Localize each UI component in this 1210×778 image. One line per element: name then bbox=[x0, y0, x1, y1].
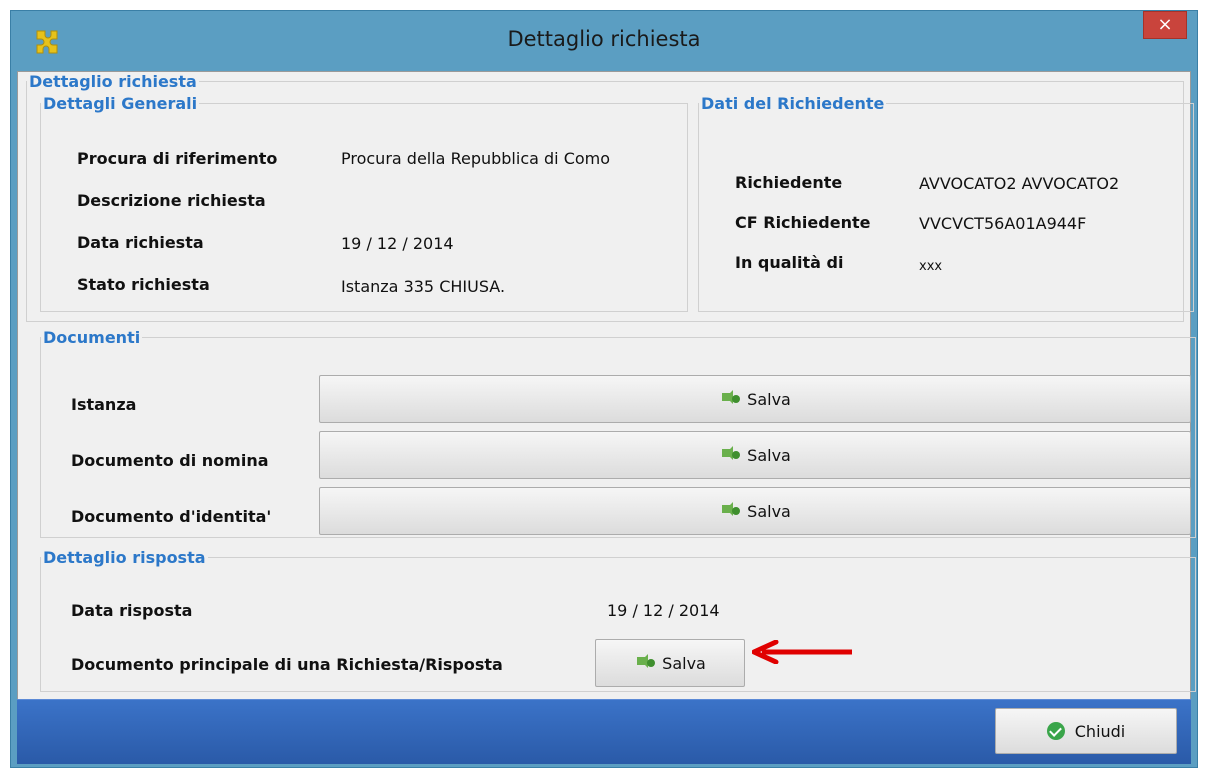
save-istanza-label: Salva bbox=[747, 389, 791, 409]
close-window-button[interactable]: × bbox=[1143, 11, 1187, 39]
applicant-role-label: In qualità di bbox=[735, 253, 844, 272]
document-identita-label: Documento d'identita' bbox=[71, 507, 272, 526]
request-date-value: 19 / 12 / 2014 bbox=[341, 234, 454, 253]
red-arrow-annotation-icon bbox=[752, 640, 852, 664]
chiudi-label: Chiudi bbox=[1074, 721, 1126, 741]
procura-value: Procura della Repubblica di Como bbox=[341, 149, 611, 168]
document-istanza-label: Istanza bbox=[71, 395, 137, 414]
general-details-group: Dettagli Generali Procura di riferimento… bbox=[40, 94, 688, 312]
procura-label: Procura di riferimento bbox=[77, 149, 278, 168]
request-status-value: Istanza 335 CHIUSA. bbox=[341, 277, 506, 296]
footer-bar: Chiudi bbox=[17, 699, 1191, 764]
response-date-label: Data risposta bbox=[71, 601, 193, 620]
save-arrow-icon bbox=[637, 654, 656, 668]
chiudi-button[interactable]: Chiudi bbox=[995, 708, 1177, 754]
main-document-label: Documento principale di una Richiesta/Ri… bbox=[71, 655, 503, 674]
response-legend: Dettaglio risposta bbox=[43, 548, 206, 567]
check-icon bbox=[1046, 722, 1065, 740]
window-title: Dettaglio richiesta bbox=[507, 27, 701, 51]
save-main-document-button[interactable]: Salva bbox=[595, 639, 745, 687]
documents-legend: Documenti bbox=[43, 328, 141, 347]
applicant-cf-label: CF Richiedente bbox=[735, 213, 871, 232]
save-istanza-button[interactable]: Salva bbox=[319, 375, 1191, 423]
document-nomina-label: Documento di nomina bbox=[71, 451, 269, 470]
request-date-label: Data richiesta bbox=[77, 233, 204, 252]
save-identita-button[interactable]: Salva bbox=[319, 487, 1191, 535]
applicant-legend: Dati del Richiedente bbox=[701, 94, 885, 113]
title-bar[interactable]: Dettaglio richiesta × bbox=[11, 11, 1197, 73]
applicant-group: Dati del Richiedente Richiedente AVVOCAT… bbox=[698, 94, 1194, 312]
save-arrow-icon bbox=[722, 390, 741, 404]
applicant-name-value: AVVOCATO2 AVVOCATO2 bbox=[919, 174, 1120, 193]
save-identita-label: Salva bbox=[747, 501, 791, 521]
dialog-window: Dettaglio richiesta × Dettaglio richiest… bbox=[10, 10, 1198, 768]
dialog-content: Dettaglio richiesta Dettagli Generali Pr… bbox=[17, 71, 1196, 761]
save-nomina-button[interactable]: Salva bbox=[319, 431, 1191, 479]
documents-group: Documenti Istanza Salva Documento di nom… bbox=[40, 328, 1196, 538]
save-main-document-label: Salva bbox=[662, 653, 706, 673]
save-arrow-icon bbox=[722, 446, 741, 460]
description-label: Descrizione richiesta bbox=[77, 191, 266, 210]
request-detail-legend: Dettaglio richiesta bbox=[29, 72, 197, 91]
save-nomina-label: Salva bbox=[747, 445, 791, 465]
response-group: Dettaglio risposta Data risposta 19 / 12… bbox=[40, 548, 1196, 692]
applicant-name-label: Richiedente bbox=[735, 173, 843, 192]
applicant-cf-value: VVCVCT56A01A944F bbox=[919, 214, 1087, 233]
save-arrow-icon bbox=[722, 502, 741, 516]
general-details-legend: Dettagli Generali bbox=[43, 94, 198, 113]
request-status-label: Stato richiesta bbox=[77, 275, 210, 294]
response-date-value: 19 / 12 / 2014 bbox=[607, 601, 720, 620]
applicant-role-value: xxx bbox=[919, 259, 943, 274]
